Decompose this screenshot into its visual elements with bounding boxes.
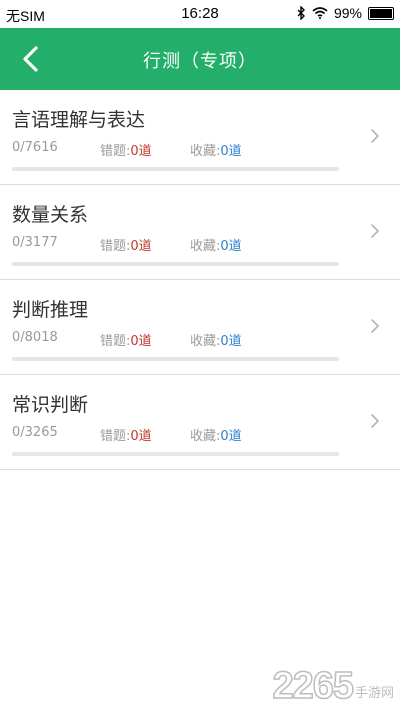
chevron-right-icon [371,129,379,143]
wrong-count: 错题:0道 [100,235,152,254]
progress-count: 0/8018 [12,330,58,345]
favorite-count: 收藏:0道 [190,330,242,349]
wrong-value: 0道 [130,144,152,159]
progress-count: 0/7616 [12,140,58,155]
wrong-value: 0道 [130,429,152,444]
favorite-label: 收藏: [190,239,221,254]
wrong-value: 0道 [130,334,152,349]
favorite-count: 收藏:0道 [190,140,242,159]
battery-percent: 99% [333,5,362,21]
favorite-value: 0道 [220,144,242,159]
list-item[interactable]: 数量关系 0/3177 错题:0道 收藏:0道 [0,185,400,280]
wrong-label: 错题: [100,334,131,349]
nav-bar: 行测（专项） [0,28,400,90]
category-stats: 0/3177 错题:0道 收藏:0道 [12,235,342,254]
bluetooth-icon [297,6,305,20]
battery-icon [368,6,394,20]
page-title: 行测（专项） [143,51,257,72]
category-stats: 0/8018 错题:0道 收藏:0道 [12,330,342,349]
favorite-label: 收藏: [190,144,221,159]
wrong-count: 错题:0道 [100,425,152,444]
wrong-count: 错题:0道 [100,330,152,349]
favorite-value: 0道 [220,239,242,254]
watermark: 2265 手游网 [272,665,394,707]
category-name: 常识判断 [12,394,89,416]
chevron-right-icon [371,224,379,238]
favorite-value: 0道 [220,429,242,444]
wrong-label: 错题: [100,144,131,159]
wrong-count: 错题:0道 [100,140,152,159]
watermark-number: 2265 [272,665,355,707]
favorite-value: 0道 [220,334,242,349]
favorite-count: 收藏:0道 [190,425,242,444]
chevron-right-icon [371,319,379,333]
progress-count: 0/3265 [12,425,58,440]
progress-bar [12,357,339,361]
watermark-text: 手游网 [354,686,394,701]
chevron-right-icon [371,414,379,428]
category-name: 判断推理 [12,299,89,321]
wrong-value: 0道 [130,239,152,254]
wrong-label: 错题: [100,429,131,444]
wifi-icon [312,7,328,19]
progress-bar [12,167,339,171]
category-stats: 0/7616 错题:0道 收藏:0道 [12,140,342,159]
favorite-label: 收藏: [190,429,221,444]
category-list: 言语理解与表达 0/7616 错题:0道 收藏:0道 数量关系 0/3177 错… [0,90,400,470]
category-name: 数量关系 [12,204,89,226]
status-right: 99% [297,5,394,21]
list-item[interactable]: 言语理解与表达 0/7616 错题:0道 收藏:0道 [0,90,400,185]
progress-bar [12,452,339,456]
list-item[interactable]: 常识判断 0/3265 错题:0道 收藏:0道 [0,375,400,470]
favorite-count: 收藏:0道 [190,235,242,254]
wrong-label: 错题: [100,239,131,254]
progress-bar [12,262,339,266]
status-bar: 无SIM 16:28 99% [0,0,400,28]
favorite-label: 收藏: [190,334,221,349]
progress-count: 0/3177 [12,235,58,250]
list-item[interactable]: 判断推理 0/8018 错题:0道 收藏:0道 [0,280,400,375]
category-name: 言语理解与表达 [12,109,146,131]
category-stats: 0/3265 错题:0道 收藏:0道 [12,425,342,444]
